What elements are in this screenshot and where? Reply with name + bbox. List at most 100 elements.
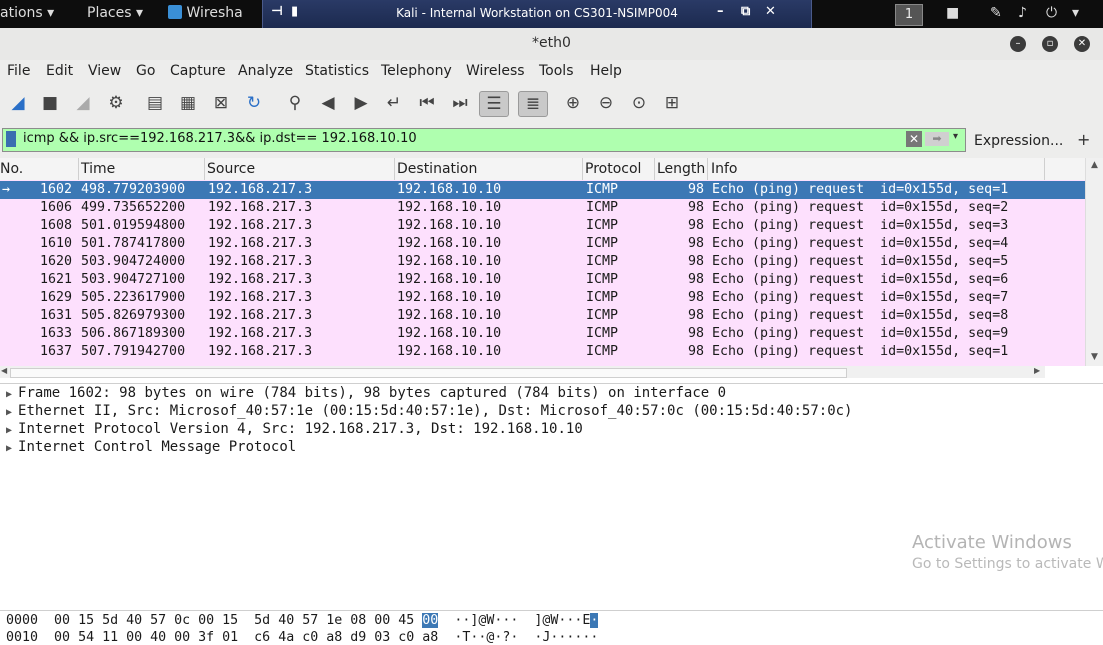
- packet-row[interactable]: 1620 503.904724000 192.168.217.3 192.168…: [0, 253, 1085, 271]
- menu-analyze[interactable]: Analyze: [238, 63, 293, 79]
- chevron-down-icon[interactable]: ▾: [1072, 5, 1079, 21]
- detail-tree-item[interactable]: ▶ Frame 1602: 98 bytes on wire (784 bits)…: [6, 385, 726, 401]
- workspace-indicator[interactable]: 1: [895, 4, 923, 26]
- detail-tree-item[interactable]: ▶ Internet Protocol Version 4, Src: 192.1…: [6, 421, 583, 437]
- scroll-down-icon[interactable]: ▼: [1091, 352, 1098, 362]
- display-filter-input[interactable]: icmp && ip.src==192.168.217.3&& ip.dst==…: [2, 128, 966, 152]
- detail-tree-item[interactable]: ▶ Ethernet II, Src: Microsof_40:57:1e (00…: [6, 403, 852, 419]
- column-source[interactable]: Source: [207, 161, 255, 177]
- volume-icon[interactable]: ♪: [1018, 5, 1027, 21]
- column-length[interactable]: Length: [657, 161, 705, 177]
- zoom-out-icon[interactable]: ⊖: [594, 91, 618, 115]
- last-packet-icon[interactable]: ⏭: [448, 91, 472, 115]
- normal-size-icon[interactable]: ⊙: [627, 91, 651, 115]
- menu-telephony[interactable]: Telephony: [381, 63, 452, 79]
- column-separator[interactable]: [1044, 158, 1045, 180]
- app-menu[interactable]: Wiresha: [168, 5, 243, 21]
- column-destination[interactable]: Destination: [397, 161, 477, 177]
- menu-wireless[interactable]: Wireless: [466, 63, 525, 79]
- close-icon[interactable]: ✕: [765, 4, 776, 19]
- packet-row[interactable]: 1629 505.223617900 192.168.217.3 192.168…: [0, 289, 1085, 307]
- pen-icon[interactable]: ✎: [990, 5, 1002, 21]
- reload-file-icon[interactable]: ↻: [242, 91, 266, 115]
- maximize-button[interactable]: ▫: [1042, 36, 1058, 52]
- find-packet-icon[interactable]: ⚲: [283, 91, 307, 115]
- packet-no: 1608: [40, 218, 73, 233]
- column-time[interactable]: Time: [81, 161, 115, 177]
- horizontal-scroll-thumb[interactable]: [10, 368, 847, 378]
- clear-filter-icon[interactable]: ✕: [906, 131, 922, 147]
- packet-no: 1602: [40, 182, 73, 197]
- menu-view[interactable]: View: [88, 63, 121, 79]
- column-separator[interactable]: [204, 158, 205, 180]
- menu-tools[interactable]: Tools: [539, 63, 574, 79]
- packet-list-horizontal-scrollbar[interactable]: ◀ ▶: [0, 366, 1045, 378]
- column-info[interactable]: Info: [711, 161, 738, 177]
- stop-capture-icon[interactable]: ■: [38, 91, 62, 115]
- places-menu[interactable]: Places ▾: [87, 5, 143, 21]
- close-file-icon[interactable]: ⊠: [209, 91, 233, 115]
- scroll-right-icon[interactable]: ▶: [1034, 366, 1040, 375]
- expression-button[interactable]: Expression...: [974, 133, 1063, 149]
- close-button[interactable]: ✕: [1074, 36, 1090, 52]
- zoom-in-icon[interactable]: ⊕: [561, 91, 585, 115]
- apply-filter-icon[interactable]: ➡: [925, 132, 949, 146]
- go-to-packet-icon[interactable]: ↵: [382, 91, 406, 115]
- menu-file[interactable]: File: [7, 63, 30, 79]
- capture-options-icon[interactable]: ⚙: [104, 91, 128, 115]
- expand-arrow-icon[interactable]: ▶: [6, 407, 12, 418]
- column-separator[interactable]: [394, 158, 395, 180]
- restart-capture-icon[interactable]: ◢: [71, 91, 95, 115]
- go-back-icon[interactable]: ◀: [316, 91, 340, 115]
- first-packet-icon[interactable]: ⏮: [415, 91, 439, 115]
- resize-columns-icon[interactable]: ⊞: [660, 91, 684, 115]
- filter-history-dropdown-icon[interactable]: ▾: [953, 131, 958, 142]
- colorize-icon[interactable]: ≣: [518, 91, 548, 117]
- packet-row[interactable]: 1621 503.904727100 192.168.217.3 192.168…: [0, 271, 1085, 289]
- column-protocol[interactable]: Protocol: [585, 161, 641, 177]
- save-file-icon[interactable]: ▦: [176, 91, 200, 115]
- bookmark-icon[interactable]: [6, 131, 16, 147]
- camera-icon[interactable]: ■: [946, 5, 959, 21]
- expand-arrow-icon[interactable]: ▶: [6, 389, 12, 400]
- menu-help[interactable]: Help: [590, 63, 622, 79]
- menu-capture[interactable]: Capture: [170, 63, 226, 79]
- expand-arrow-icon[interactable]: ▶: [6, 443, 12, 454]
- packet-row[interactable]: 1610 501.787417800 192.168.217.3 192.168…: [0, 235, 1085, 253]
- scroll-up-icon[interactable]: ▲: [1091, 160, 1098, 170]
- column-separator[interactable]: [707, 158, 708, 180]
- minimize-button[interactable]: –: [1010, 36, 1026, 52]
- column-separator[interactable]: [582, 158, 583, 180]
- menu-statistics[interactable]: Statistics: [305, 63, 369, 79]
- go-forward-icon[interactable]: ▶: [349, 91, 373, 115]
- column-no[interactable]: No.: [0, 161, 23, 177]
- restore-icon[interactable]: ⧉: [741, 4, 750, 19]
- packet-row[interactable]: 1637 507.791942700 192.168.217.3 192.168…: [0, 343, 1085, 361]
- open-file-icon[interactable]: ▤: [143, 91, 167, 115]
- packet-destination: 192.168.10.10: [397, 218, 502, 233]
- menu-go[interactable]: Go: [136, 63, 155, 79]
- column-separator[interactable]: [78, 158, 79, 180]
- packet-row[interactable]: 1631 505.826979300 192.168.217.3 192.168…: [0, 307, 1085, 325]
- packet-row[interactable]: 1606 499.735652200 192.168.217.3 192.168…: [0, 199, 1085, 217]
- app-label: Wiresha: [186, 5, 243, 21]
- activities-menu[interactable]: ations ▾: [0, 5, 54, 21]
- bytes-row[interactable]: 0010 00 54 11 00 40 00 3f 01 c6 4a c0 a8…: [6, 630, 598, 645]
- packet-row[interactable]: 1633 506.867189300 192.168.217.3 192.168…: [0, 325, 1085, 343]
- bytes-row[interactable]: 0000 00 15 5d 40 57 0c 00 15 5d 40 57 1e…: [6, 613, 599, 628]
- scroll-left-icon[interactable]: ◀: [1, 366, 7, 375]
- expand-arrow-icon[interactable]: ▶: [6, 425, 12, 436]
- menu-edit[interactable]: Edit: [46, 63, 73, 79]
- packet-list-vertical-scrollbar[interactable]: ▲ ▼: [1085, 158, 1103, 366]
- column-separator[interactable]: [654, 158, 655, 180]
- packet-row[interactable]: → 1602 498.779203900 192.168.217.3 192.1…: [0, 181, 1085, 199]
- minimize-icon[interactable]: –: [717, 4, 724, 19]
- detail-tree-item[interactable]: ▶ Internet Control Message Protocol: [6, 439, 296, 455]
- packet-destination: 192.168.10.10: [397, 272, 502, 287]
- packet-row[interactable]: 1608 501.019594800 192.168.217.3 192.168…: [0, 217, 1085, 235]
- autoscroll-icon[interactable]: ☰: [479, 91, 509, 117]
- start-capture-icon[interactable]: ◢: [6, 91, 30, 115]
- add-filter-button[interactable]: +: [1077, 130, 1090, 149]
- power-icon[interactable]: ⏻: [1046, 5, 1057, 21]
- packet-time: 507.791942700: [81, 344, 186, 359]
